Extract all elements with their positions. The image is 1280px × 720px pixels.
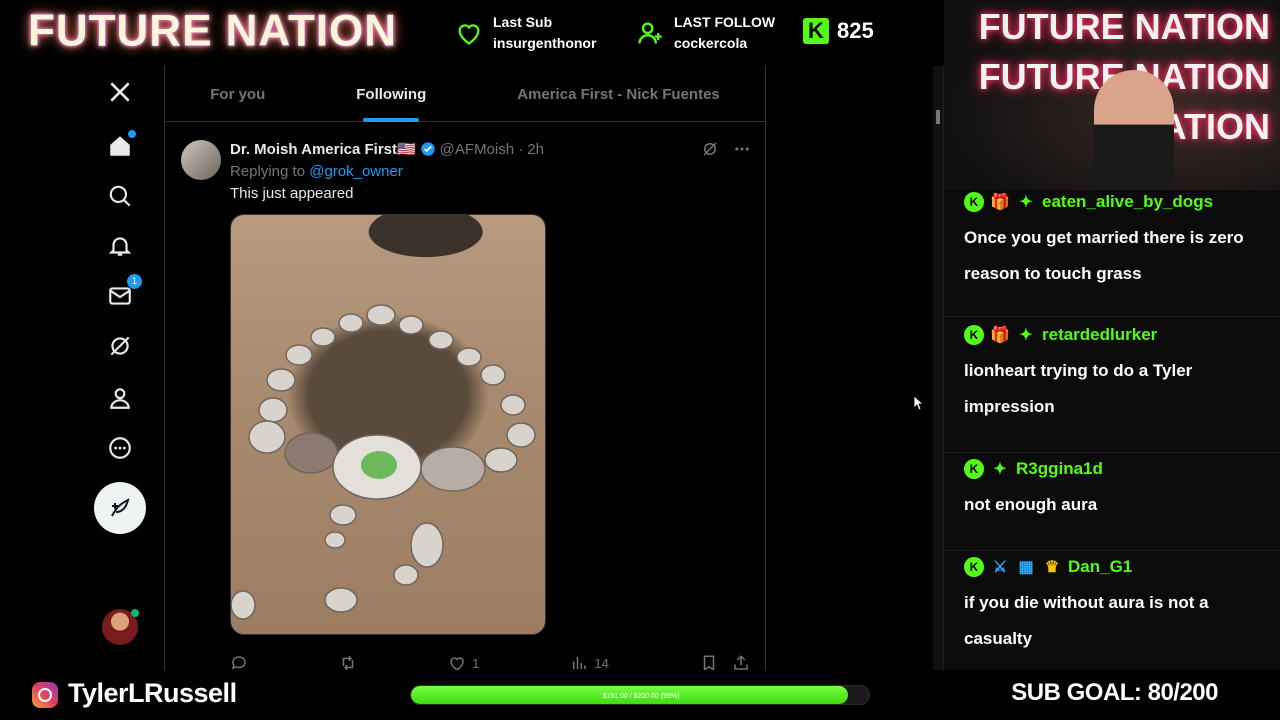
active-tab-indicator [362,118,419,122]
subscriber-badge-icon: ✦ [993,461,1007,478]
chat-username-row: K 🎁 ✦ retardedlurker [964,323,1280,347]
view-count: 14 [594,655,609,671]
notifications-icon[interactable] [102,228,138,264]
stream-bottom-bar: TylerLRussell $191.00 / $200.00 (96%) SU… [0,670,1280,720]
account-avatar[interactable] [102,609,139,645]
x-browser-window: 1 For you Following America First - Nick… [0,66,944,672]
chat-username-row: K 🎁 ✦ eaten_alive_by_dogs [964,190,1280,214]
streamer [1094,70,1174,190]
tweet[interactable]: Dr. Moish America First🇺🇸 @AFMoish · 2h … [165,128,767,672]
chat-message-text: if you die without aura is not a casualt… [964,593,1209,648]
tweet-author-handle[interactable]: @AFMoish [440,141,514,158]
tab-label: For you [210,85,266,103]
kick-logo-icon: K [803,18,829,44]
messages-badge: 1 [127,274,142,289]
tweet-time[interactable]: · 2h [518,141,544,158]
brand-title: FUTURE NATION [28,5,398,56]
last-sub-label: Last Sub [493,14,553,30]
home-unread-dot [128,130,136,138]
chat-username[interactable]: Dan_G1 [1068,557,1132,577]
verified-badge-icon [421,142,435,156]
chat-username[interactable]: retardedlurker [1042,325,1157,345]
subscriber-badge-icon: ✦ [1019,327,1033,344]
stream-top-bar: FUTURE NATION Last Sub insurgenthonor LA… [0,0,940,66]
chat-username-row: K ✦ R3ggina1d [964,457,1280,481]
chat-message: K ✦ R3ggina1d not enough aura [944,457,1280,551]
green-marking [361,451,397,479]
grok-explain-icon[interactable] [701,140,719,158]
timeline-tabs: For you Following America First - Nick F… [165,66,765,122]
chat-message: K 🎁 ✦ eaten_alive_by_dogs Once you get m… [944,190,1280,317]
last-follow-user: cockercola [674,35,748,51]
messages-icon[interactable]: 1 [102,274,142,314]
stone-circle-photo [231,304,536,620]
tab-label: America First - Nick Fuentes [517,85,720,103]
tab-following[interactable]: Following [311,66,472,122]
feather-icon [111,498,130,517]
compose-post-button[interactable] [94,482,146,534]
gift-badge-icon: 🎁 [990,327,1010,344]
search-icon[interactable] [102,178,138,214]
x-sidebar: 1 [86,66,154,670]
profile-icon[interactable] [102,380,138,416]
kick-badge-icon: K [964,557,984,577]
kick-follower-count: K 825 [803,18,874,44]
home-icon[interactable] [102,128,138,164]
kick-badge-icon: K [964,459,984,479]
donation-goal-text: $191.00 / $200.00 (96%) [602,692,680,700]
grid-badge-icon: ▦ [1018,559,1034,576]
replying-to: Replying to @grok_owner [230,163,403,180]
grok-icon[interactable] [102,328,138,364]
subscriber-badge-icon: ✦ [1019,194,1033,211]
chat-username[interactable]: eaten_alive_by_dogs [1042,192,1213,212]
chat-message: K ⚔ ▦ ♛ Dan_G1 if you die without aura i… [944,555,1280,670]
tweet-header: Dr. Moish America First🇺🇸 @AFMoish · 2h [230,140,544,159]
more-options-icon[interactable] [733,140,751,158]
scrollbar-thumb[interactable] [936,110,940,124]
instagram-icon [32,682,58,708]
replying-prefix: Replying to [230,163,306,180]
kick-badge-icon: K [964,192,984,212]
tab-for-you[interactable]: For you [165,66,311,122]
gift-badge-icon: 🎁 [990,194,1010,211]
chat-username[interactable]: R3ggina1d [1016,459,1103,479]
replying-to-link[interactable]: @grok_owner [309,163,403,180]
webcam-feed: FUTURE NATION FUTURE NATION NATION [944,0,1280,190]
tweet-header-actions [701,140,751,158]
sub-goal: SUB GOAL: 80/200 [1011,679,1218,706]
chat-message-text: not enough aura [964,495,1098,514]
instagram-handle: TylerLRussell [68,678,237,708]
more-icon[interactable] [102,430,138,466]
stream-chat: K 🎁 ✦ eaten_alive_by_dogs Once you get m… [944,190,1280,670]
tweet-photo[interactable] [230,214,546,635]
timeline-column: For you Following America First - Nick F… [164,66,767,672]
like-count: 1 [472,655,480,671]
chat-username-row: K ⚔ ▦ ♛ Dan_G1 [964,555,1280,579]
tweet-text: This just appeared [230,185,354,202]
online-status-dot [131,609,139,617]
last-sub-user: insurgenthonor [493,35,597,51]
neon-sign-line-1: FUTURE NATION [978,6,1270,47]
chat-message-text: lionheart trying to do a Tyler impressio… [964,361,1193,416]
tab-label: Following [356,85,427,103]
mouse-cursor-icon [914,396,924,410]
last-follow-widget: LAST FOLLOW cockercola [636,12,775,54]
page-scrollbar[interactable] [933,66,943,670]
kick-badge-icon: K [964,325,984,345]
x-logo-icon[interactable] [102,74,138,110]
chat-message: K 🎁 ✦ retardedlurker lionheart trying to… [944,323,1280,453]
tab-america-first-list[interactable]: America First - Nick Fuentes [472,66,765,122]
donation-goal-bar: $191.00 / $200.00 (96%) [410,685,870,705]
crown-badge-icon: ♛ [1044,559,1060,576]
sword-badge-icon: ⚔ [992,559,1008,576]
chat-message-text: Once you get married there is zero reaso… [964,228,1244,283]
add-user-icon [638,22,662,44]
tweet-author-name[interactable]: Dr. Moish America First🇺🇸 [230,140,416,158]
last-sub-widget: Last Sub insurgenthonor [455,12,596,54]
last-follow-label: LAST FOLLOW [674,14,776,30]
tweet-author-avatar[interactable] [181,140,221,180]
kick-count: 825 [837,18,874,43]
heart-icon [458,24,480,45]
